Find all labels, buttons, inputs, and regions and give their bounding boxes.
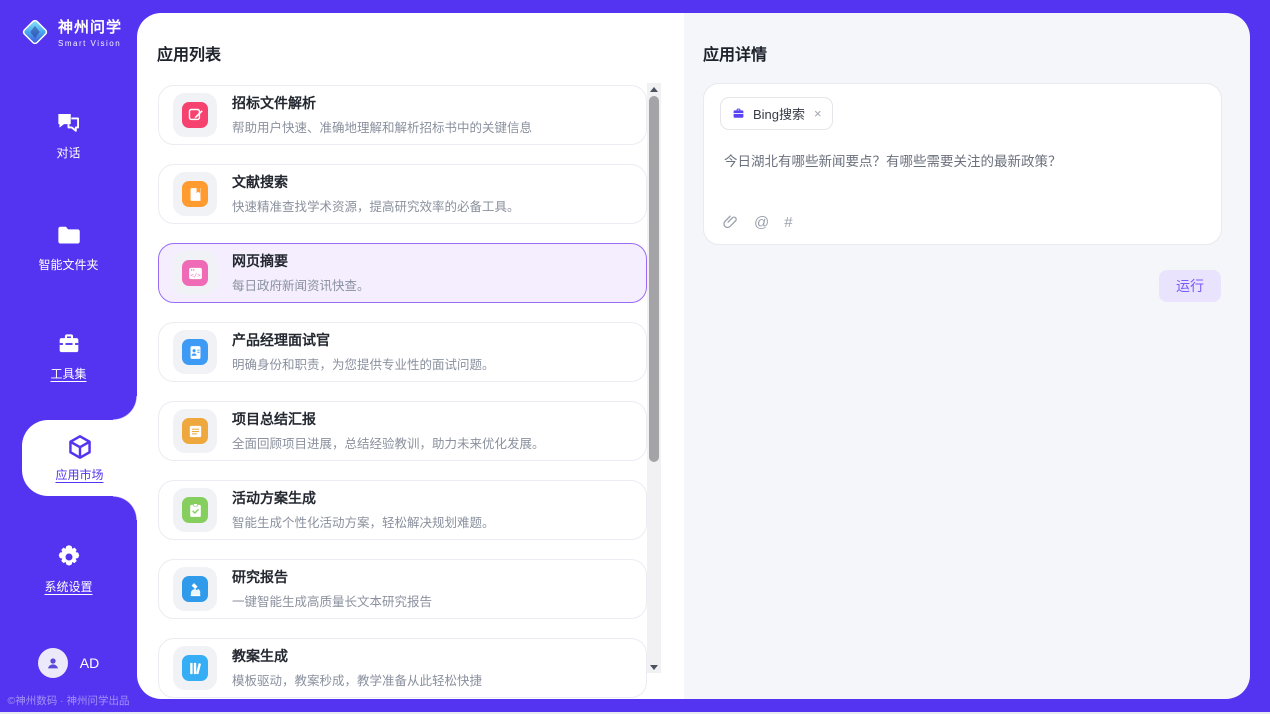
web-code-icon: </>: [182, 260, 208, 286]
app-description: 快速精准查找学术资源，提高研究效率的必备工具。: [232, 196, 520, 215]
avatar: [38, 648, 68, 678]
app-card[interactable]: 文献搜索 快速精准查找学术资源，提高研究效率的必备工具。: [158, 164, 647, 224]
app-description: 智能生成个性化活动方案，轻松解决规划难题。: [232, 512, 495, 531]
app-icon: [173, 567, 217, 611]
svg-text:</>: </>: [190, 272, 201, 278]
app-icon: [173, 646, 217, 690]
scrollbar-thumb[interactable]: [649, 96, 659, 462]
sidebar-item-app-market[interactable]: 应用市场: [22, 420, 137, 496]
app-icon: [173, 330, 217, 374]
attachment-icon[interactable]: [722, 214, 739, 231]
chat-icon: [55, 110, 82, 137]
app-card[interactable]: 项目总结汇报 全面回顾项目进展，总结经验教训，助力未来优化发展。: [158, 401, 647, 461]
briefcase-icon: [731, 106, 746, 121]
app-description: 每日政府新闻资讯快查。: [232, 275, 370, 294]
app-card[interactable]: 活动方案生成 智能生成个性化活动方案，轻松解决规划难题。: [158, 480, 647, 540]
brand-logo: 神州问学 Smart Vision: [20, 16, 122, 48]
prompt-input[interactable]: Bing搜索 × 今日湖北有哪些新闻要点？有哪些需要关注的最新政策？ @ #: [703, 83, 1222, 245]
app-name: 活动方案生成: [232, 489, 495, 509]
app-name: 网页摘要: [232, 252, 370, 272]
app-list-panel: 应用列表 招标文件解析 帮助用户快速、准确地理解和解析招标书中的关键信息: [137, 13, 684, 699]
pen-square-icon: [182, 102, 208, 128]
hash-icon[interactable]: #: [784, 215, 792, 230]
user-account[interactable]: AD: [0, 648, 137, 678]
interviewer-icon: [182, 339, 208, 365]
sidebar-item-chat[interactable]: 对话: [0, 110, 137, 161]
copyright-footer: ©神州数码 · 神州问学出品: [0, 693, 137, 708]
scrollbar-down-arrow[interactable]: [647, 661, 661, 673]
brand-logo-icon: [20, 17, 50, 47]
sidebar-item-smart-folder[interactable]: 智能文件夹: [0, 222, 137, 273]
tool-chip-bing-search[interactable]: Bing搜索 ×: [720, 97, 833, 130]
cube-icon: [66, 433, 94, 461]
active-bubble-notch-bottom: [113, 496, 137, 520]
app-icon: [173, 93, 217, 137]
app-description: 全面回顾项目进展，总结经验教训，助力未来优化发展。: [232, 433, 545, 452]
app-card-list: 招标文件解析 帮助用户快速、准确地理解和解析招标书中的关键信息 文献搜索 快速精…: [158, 85, 647, 698]
gear-icon: [55, 543, 83, 571]
toolbox-icon: [55, 330, 83, 358]
app-card[interactable]: 产品经理面试官 明确身份和职责，为您提供专业性的面试问题。: [158, 322, 647, 382]
app-name: 研究报告: [232, 568, 432, 588]
app-card[interactable]: 教案生成 模板驱动，教案秒成，教学准备从此轻松快捷: [158, 638, 647, 698]
composer-toolbar: @ #: [722, 214, 793, 231]
sidebar-item-label: 系统设置: [44, 578, 92, 595]
run-button[interactable]: 运行: [1159, 270, 1221, 302]
app-detail-title: 应用详情: [703, 41, 767, 65]
mention-icon[interactable]: @: [754, 215, 769, 230]
app-description: 明确身份和职责，为您提供专业性的面试问题。: [232, 354, 495, 373]
sidebar-item-toolbox[interactable]: 工具集: [0, 330, 137, 382]
tool-chip-label: Bing搜索: [753, 104, 805, 123]
app-detail-panel: 应用详情 Bing搜索 × 今日湖北有哪些新闻要点？有哪些需要关注的最新政策？ …: [684, 13, 1250, 699]
book-icon: [182, 181, 208, 207]
brand-subtitle: Smart Vision: [58, 39, 122, 48]
app-name: 教案生成: [232, 647, 482, 667]
app-icon: </>: [173, 251, 217, 295]
app-name: 产品经理面试官: [232, 331, 495, 351]
app-description: 一键智能生成高质量长文本研究报告: [232, 591, 432, 610]
prompt-text[interactable]: 今日湖北有哪些新闻要点？有哪些需要关注的最新政策？: [724, 152, 1201, 172]
app-card[interactable]: 研究报告 一键智能生成高质量长文本研究报告: [158, 559, 647, 619]
app-card[interactable]: 招标文件解析 帮助用户快速、准确地理解和解析招标书中的关键信息: [158, 85, 647, 145]
sidebar: 神州问学 Smart Vision 对话 智能文件夹 工具集 应用市场: [0, 0, 137, 714]
app-name: 招标文件解析: [232, 94, 532, 114]
app-card-selected[interactable]: </> 网页摘要 每日政府新闻资讯快查。: [158, 243, 647, 303]
user-icon: [45, 655, 61, 671]
scrollbar[interactable]: [647, 83, 661, 673]
brand-name: 神州问学: [58, 16, 122, 37]
app-icon: [173, 172, 217, 216]
clipboard-check-icon: [182, 497, 208, 523]
app-description: 帮助用户快速、准确地理解和解析招标书中的关键信息: [232, 117, 532, 136]
books-icon: [182, 655, 208, 681]
active-bubble-notch-top: [113, 396, 137, 420]
sidebar-item-label: 智能文件夹: [38, 256, 98, 273]
app-description: 模板驱动，教案秒成，教学准备从此轻松快捷: [232, 670, 482, 689]
app-list-title: 应用列表: [157, 41, 221, 65]
sidebar-item-label: 对话: [56, 144, 80, 161]
app-name: 项目总结汇报: [232, 410, 545, 430]
app-name: 文献搜索: [232, 173, 520, 193]
scrollbar-up-arrow[interactable]: [647, 83, 661, 95]
sidebar-item-settings[interactable]: 系统设置: [0, 543, 137, 595]
sidebar-item-label: 应用市场: [55, 466, 103, 483]
folder-icon: [55, 222, 82, 249]
content-frame: 应用列表 招标文件解析 帮助用户快速、准确地理解和解析招标书中的关键信息: [137, 13, 1250, 699]
app-icon: [173, 409, 217, 453]
microscope-icon: [182, 576, 208, 602]
sidebar-item-label: 工具集: [50, 365, 86, 382]
note-icon: [182, 418, 208, 444]
app-icon: [173, 488, 217, 532]
chip-close-icon[interactable]: ×: [814, 107, 822, 120]
user-initials: AD: [80, 655, 99, 671]
